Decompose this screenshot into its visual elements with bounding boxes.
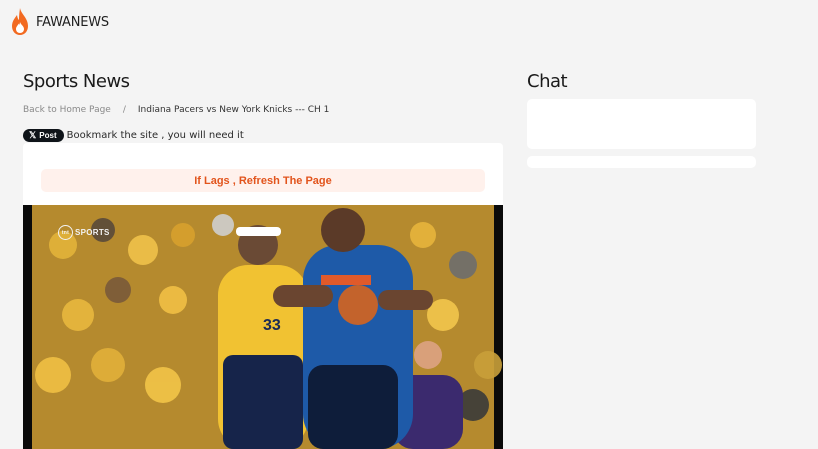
broadcaster-logo: tnt SPORTS (58, 225, 110, 240)
page-title: Sports News (23, 71, 130, 92)
breadcrumb-current: Indiana Pacers vs New York Knicks --- CH… (137, 105, 330, 115)
x-icon: 𝕏 (29, 130, 37, 140)
chat-title: Chat (527, 71, 568, 92)
tnt-badge: tnt (58, 225, 73, 240)
video-player[interactable]: 33 tnt SPORTS (23, 205, 503, 449)
breadcrumb: Back to Home Page / Indiana Pacers vs Ne… (23, 105, 329, 115)
site-logo[interactable]: FAWANEWS (10, 8, 109, 36)
x-post-button[interactable]: 𝕏 Post (23, 129, 64, 142)
chat-box[interactable] (527, 99, 756, 149)
chat-input-bar[interactable] (527, 156, 756, 168)
svg-text:33: 33 (263, 317, 281, 334)
flame-icon (12, 8, 28, 35)
video-frame: 33 (23, 205, 503, 449)
site-name: FAWANEWS (36, 14, 109, 30)
breadcrumb-separator: / (122, 105, 126, 115)
content-card: If Lags , Refresh The Page 33 tnt SPORTS (23, 143, 503, 449)
broadcaster-label: SPORTS (75, 228, 110, 237)
breadcrumb-home-link[interactable]: Back to Home Page (23, 105, 111, 115)
bookmark-text: Bookmark the site , you will need it (66, 130, 244, 141)
lag-notice-banner: If Lags , Refresh The Page (41, 169, 485, 192)
bookmark-row: 𝕏 Post Bookmark the site , you will need… (23, 129, 244, 142)
x-post-label: Post (39, 131, 57, 140)
